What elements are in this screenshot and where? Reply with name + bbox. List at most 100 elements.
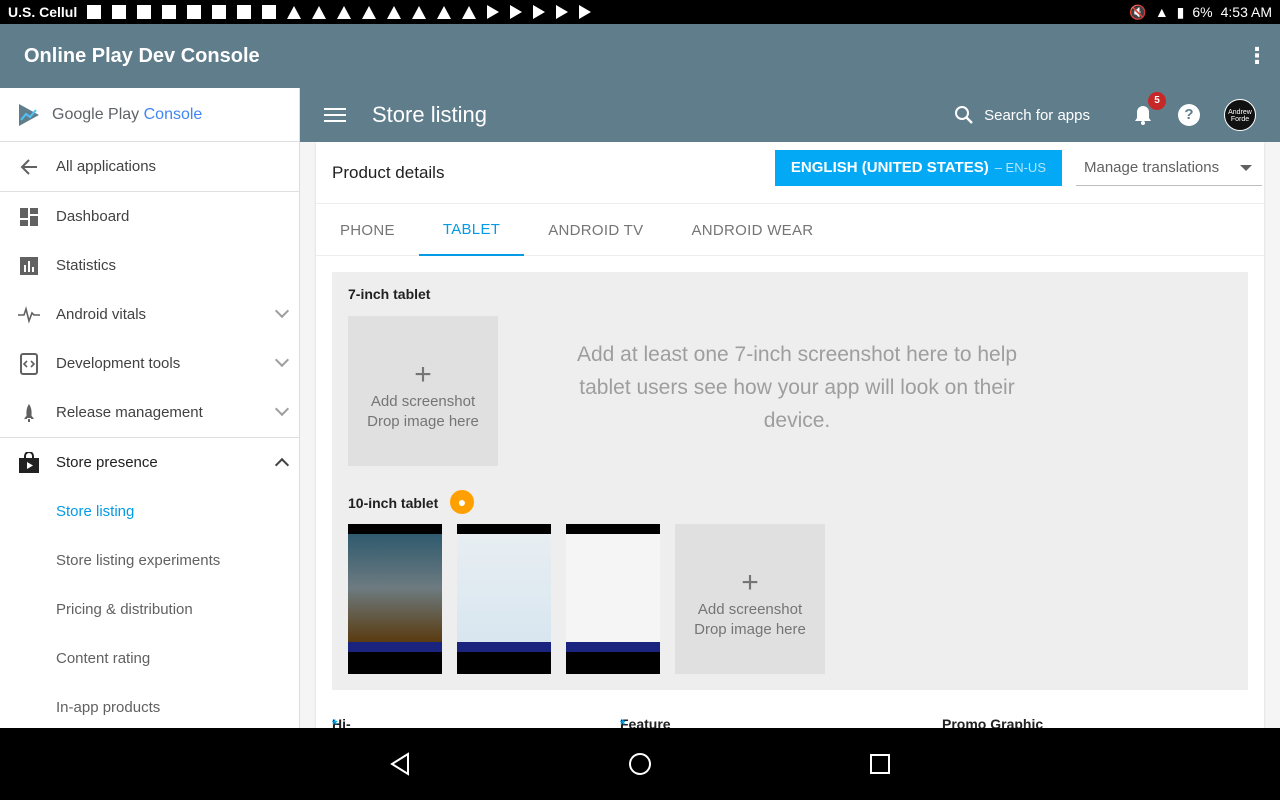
page-title: Store listing <box>372 102 487 127</box>
chevron-down-icon[interactable] <box>274 303 290 319</box>
warning-icon <box>462 5 477 19</box>
warning-icon <box>337 5 352 19</box>
page-header: Store listing Search for apps 5 ? Andrew… <box>300 88 1280 142</box>
overflow-menu-icon[interactable]: ⋮ <box>1246 45 1268 67</box>
sidebar-item-store-listing-experiments[interactable]: Store listing experiments <box>0 536 299 585</box>
clock: 4:53 AM <box>1220 4 1272 20</box>
play-console-logo[interactable]: Google Play Console <box>0 88 299 142</box>
product-details-card: Product details ENGLISH (UNITED STATES) … <box>316 142 1264 728</box>
wifi-icon: ▲ <box>1154 4 1169 20</box>
sidebar-item-android-vitals[interactable]: Android vitals <box>0 290 299 339</box>
notification-icon <box>87 5 102 19</box>
battery-level: 6% <box>1192 4 1213 20</box>
sidebar-item-release-management[interactable]: Release management <box>0 388 299 437</box>
seven-inch-hint: Add at least one 7-inch screenshot here … <box>576 343 1018 432</box>
chevron-up-icon[interactable] <box>274 457 290 473</box>
avatar[interactable]: Andrew Forde <box>1224 99 1256 131</box>
search-apps[interactable]: Search for apps <box>954 105 1090 125</box>
play-store-icon <box>487 5 500 19</box>
android-status-bar: U.S. Cellul 🔇 ▲ ▮ 6% 4:53 AM <box>0 0 1280 24</box>
shopping-bag-icon <box>18 451 40 474</box>
screenshot-thumbnail[interactable] <box>348 524 442 674</box>
seven-inch-dropzone[interactable]: + Add screenshot Drop image here <box>348 316 498 466</box>
sidebar-item-store-listing[interactable]: Store listing <box>0 487 299 536</box>
warning-icon <box>362 5 377 19</box>
play-store-icon <box>510 5 523 19</box>
notification-icon <box>237 5 252 19</box>
all-applications-link[interactable]: All applications <box>0 142 299 191</box>
sidebar-item-statistics[interactable]: Statistics <box>0 241 299 290</box>
ten-inch-dropzone[interactable]: + Add screenshot Drop image here <box>675 524 825 674</box>
code-icon <box>18 352 40 375</box>
tab-tablet[interactable]: TABLET <box>418 204 525 256</box>
app-bar: Online Play Dev Console ⋮ <box>0 24 1280 88</box>
screenshot-thumbnail[interactable] <box>457 524 551 674</box>
seven-inch-label: 7-inch tablet <box>348 286 431 302</box>
image-icon <box>137 5 152 19</box>
notifications-button[interactable]: 5 <box>1132 92 1166 126</box>
arrow-back-icon <box>18 156 40 178</box>
sidebar-item-dashboard[interactable]: Dashboard <box>0 192 299 241</box>
screenshot-thumbnail[interactable] <box>566 524 660 674</box>
notification-icon <box>187 5 202 19</box>
notification-icon <box>162 5 177 19</box>
notification-icon <box>212 5 227 19</box>
battery-icon: ▮ <box>1176 3 1185 20</box>
help-icon[interactable]: ? <box>1178 104 1200 126</box>
tab-android-wear[interactable]: ANDROID WEAR <box>667 204 837 256</box>
home-icon[interactable] <box>628 752 652 776</box>
menu-icon[interactable] <box>324 104 346 126</box>
notification-icon <box>262 5 277 19</box>
notification-icons <box>87 5 592 19</box>
recents-icon[interactable] <box>869 753 891 775</box>
chevron-down-icon[interactable] <box>274 401 290 417</box>
sidebar-item-in-app-products[interactable]: In-app products <box>0 683 299 728</box>
language-button[interactable]: ENGLISH (UNITED STATES) – EN-US <box>774 149 1062 186</box>
sidebar-item-development-tools[interactable]: Development tools <box>0 339 299 388</box>
sidebar-item-store-presence[interactable]: Store presence <box>0 438 299 487</box>
ten-inch-label: 10-inch tablet <box>348 495 439 511</box>
warning-icon <box>437 5 452 19</box>
logo-text: Google Play Console <box>52 105 203 123</box>
warning-icon <box>287 5 302 19</box>
mute-icon: 🔇 <box>1129 3 1147 20</box>
manage-translations-dropdown[interactable]: Manage translations <box>1076 150 1262 186</box>
warning-icon <box>387 5 402 19</box>
app-title: Online Play Dev Console <box>24 44 260 67</box>
notification-icon <box>112 5 127 19</box>
carrier-name: U.S. Cellul <box>8 4 78 20</box>
tab-phone[interactable]: PHONE <box>316 204 419 256</box>
notification-badge: 5 <box>1148 92 1166 110</box>
play-store-icon <box>579 5 592 19</box>
play-console-logo-icon <box>19 103 39 126</box>
plus-icon: + <box>414 358 432 391</box>
bar-chart-icon <box>18 255 40 277</box>
promo-graphic-label: Promo Graphic <box>942 716 1044 728</box>
warning-icon <box>412 5 427 19</box>
rocket-icon <box>18 402 40 424</box>
chevron-down-icon[interactable] <box>274 352 290 368</box>
sidebar-item-pricing-distribution[interactable]: Pricing & distribution <box>0 585 299 634</box>
sidebar: Google Play Console All applications Das… <box>0 88 300 728</box>
warning-icon <box>312 5 327 19</box>
sidebar-item-content-rating[interactable]: Content rating <box>0 634 299 683</box>
all-applications-label: All applications <box>56 158 157 175</box>
tab-android-tv[interactable]: ANDROID TV <box>524 204 667 256</box>
lightbulb-icon[interactable]: ● <box>450 490 474 514</box>
main-content: Product details ENGLISH (UNITED STATES) … <box>300 142 1280 728</box>
play-store-icon <box>533 5 546 19</box>
language-code: – EN-US <box>994 160 1046 175</box>
android-nav-bar <box>0 728 1280 800</box>
play-store-icon <box>556 5 569 19</box>
dropdown-arrow-icon <box>1240 164 1252 171</box>
status-right: 🔇 ▲ ▮ 6% 4:53 AM <box>1129 4 1272 21</box>
product-details-header: Product details ENGLISH (UNITED STATES) … <box>316 142 1264 204</box>
plus-icon: + <box>741 566 759 599</box>
tablet-screenshots-section: 7-inch tablet + Add screenshot Drop imag… <box>332 272 1248 690</box>
back-icon[interactable] <box>388 752 412 776</box>
device-tabs: PHONE TABLET ANDROID TV ANDROID WEAR <box>316 204 1264 256</box>
search-label: Search for apps <box>984 106 1090 124</box>
product-details-title: Product details <box>332 162 445 182</box>
search-icon <box>955 106 973 124</box>
pulse-icon <box>18 304 40 326</box>
